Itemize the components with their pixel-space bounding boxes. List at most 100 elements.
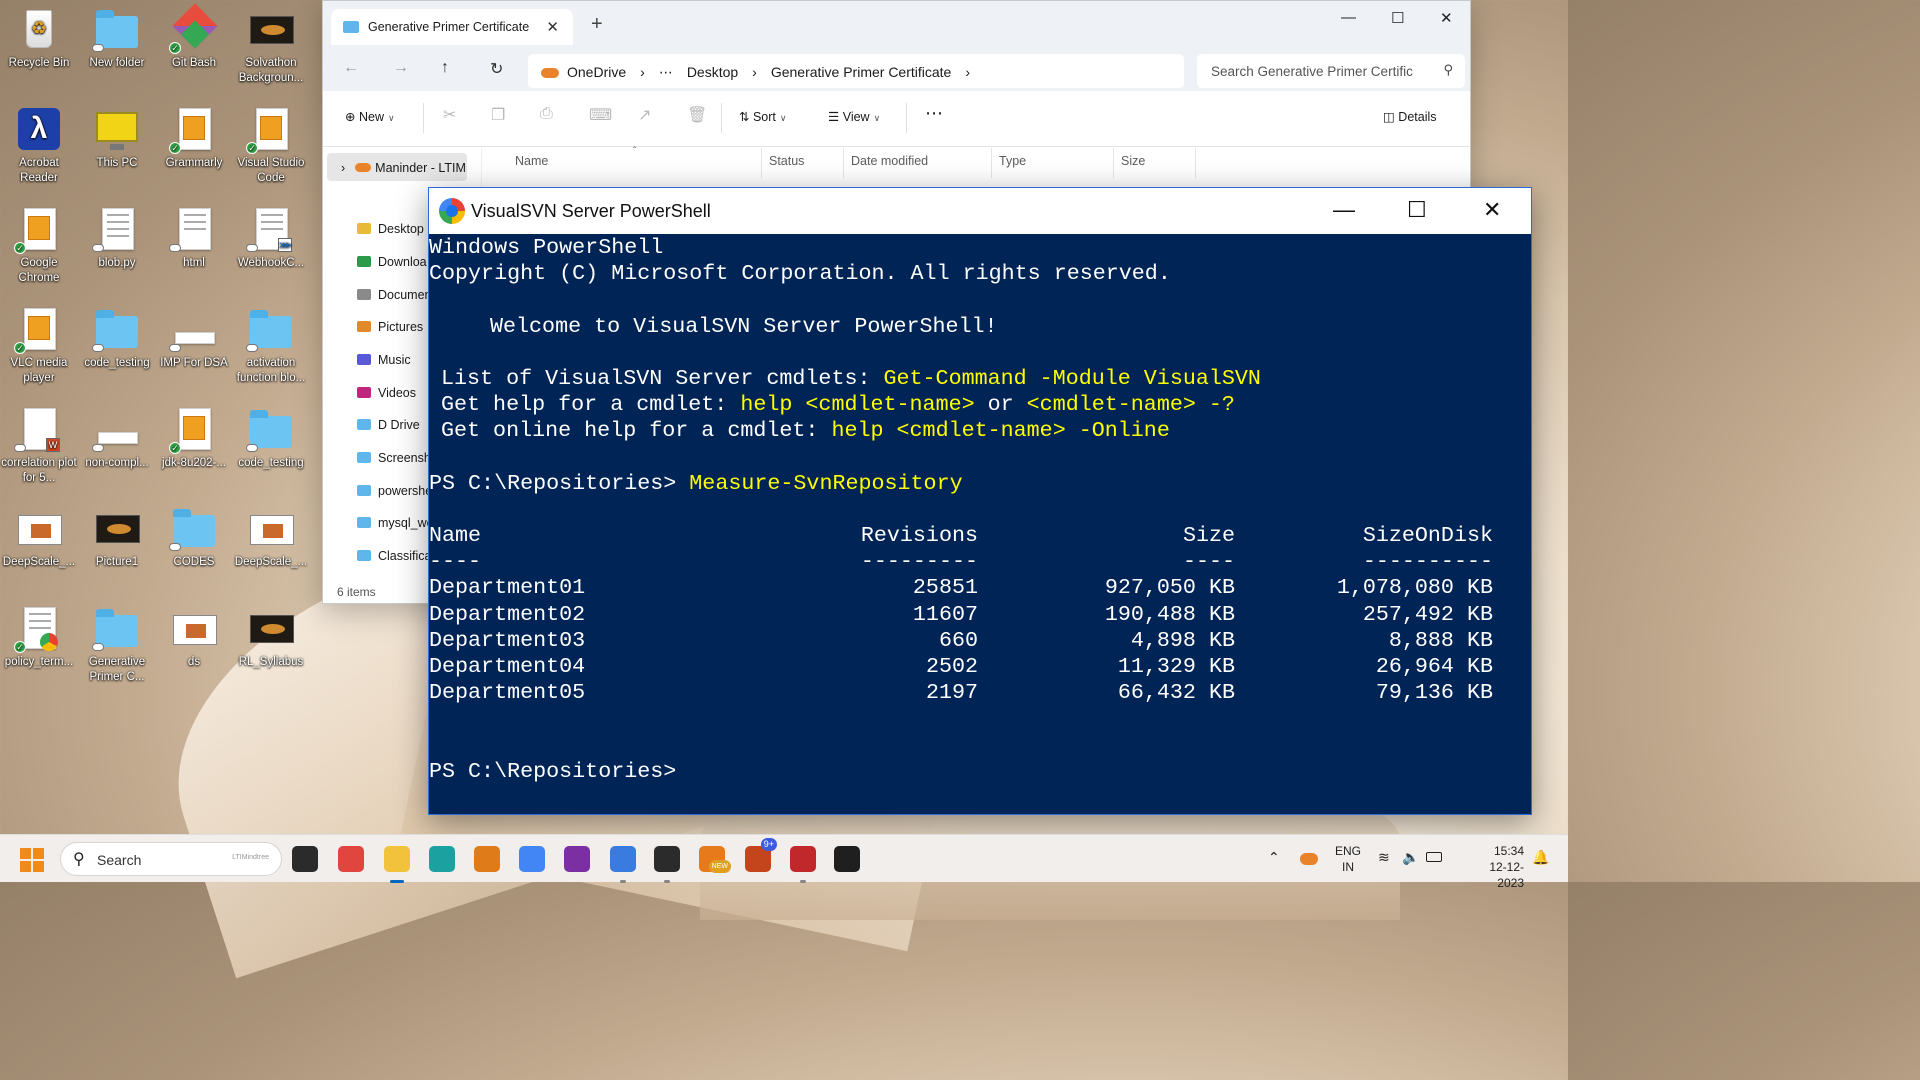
start-button[interactable]: [20, 848, 44, 872]
nav-item[interactable]: Screensho: [357, 451, 438, 465]
details-button[interactable]: ◫ Details: [1383, 109, 1437, 124]
share-icon[interactable]: ↗: [638, 105, 651, 125]
desktop-icon[interactable]: DeepScale_...: [0, 505, 78, 570]
search-input[interactable]: Search Generative Primer Certific ⚲: [1197, 54, 1465, 88]
nav-item[interactable]: powershe: [357, 484, 432, 498]
desktop-icon[interactable]: DeepScale_...: [232, 505, 310, 570]
breadcrumb-overflow[interactable]: ⋯: [659, 64, 673, 80]
breadcrumb-separator[interactable]: ›: [965, 64, 970, 80]
new-tab-button[interactable]: +: [591, 13, 603, 36]
column-header-date-modified[interactable]: Date modified: [851, 154, 928, 168]
system-clock[interactable]: 15:34 12-12-2023: [1464, 843, 1524, 891]
console-output[interactable]: Windows PowerShell Copyright (C) Microso…: [429, 234, 1531, 814]
desktop-icon[interactable]: blob.py: [78, 206, 156, 271]
desktop-icon[interactable]: ds: [155, 605, 233, 670]
minimize-button[interactable]: —: [1341, 9, 1356, 26]
desktop-icon[interactable]: Recycle Bin: [0, 6, 78, 71]
nav-item[interactable]: Classifica: [357, 549, 432, 563]
desktop-icon[interactable]: Wcorrelation plot for 5...: [0, 406, 78, 486]
nav-item[interactable]: D Drive: [357, 418, 420, 432]
language-indicator[interactable]: ENG IN: [1333, 843, 1363, 875]
desktop-icon[interactable]: CODES: [155, 505, 233, 570]
tab-close-icon[interactable]: ✕: [546, 18, 559, 36]
desktop-icon[interactable]: ✓ jdk-8u202-...: [155, 406, 233, 471]
new-button[interactable]: ⊕ New ∨: [345, 109, 395, 124]
desktop-icon[interactable]: IMP For DSA: [155, 306, 233, 371]
column-header-name[interactable]: Name: [515, 154, 548, 168]
desktop-icon[interactable]: ✓ Grammarly: [155, 106, 233, 171]
cut-icon[interactable]: ✂: [443, 105, 456, 125]
tortoise-icon[interactable]: [790, 846, 816, 883]
desktop-icon[interactable]: activation function blo...: [232, 306, 310, 386]
nav-item[interactable]: Videos: [357, 386, 416, 400]
desktop-icon[interactable]: This PC: [78, 106, 156, 171]
onedrive-tray-icon[interactable]: [1300, 853, 1318, 865]
close-button[interactable]: ✕: [1440, 9, 1453, 27]
more-options-button[interactable]: ⋯: [925, 103, 943, 124]
file-explorer-icon[interactable]: [384, 846, 410, 883]
nav-item[interactable]: Documen: [357, 288, 432, 302]
desktop-icon[interactable]: New folder: [78, 6, 156, 71]
breadcrumb-current-folder[interactable]: Generative Primer Certificate: [771, 64, 952, 80]
rename-icon[interactable]: ⌨: [589, 105, 612, 125]
up-button[interactable]: ↑: [441, 59, 449, 77]
desktop-icon[interactable]: code_testing: [78, 306, 156, 371]
desktop-icon[interactable]: λ Acrobat Reader: [0, 106, 78, 186]
console-final-prompt[interactable]: PS C:\Repositories>: [429, 759, 1531, 785]
video-chat-icon[interactable]: [338, 846, 364, 872]
desktop-icon[interactable]: ✓ Google Chrome: [0, 206, 78, 286]
nav-item[interactable]: Downloa: [357, 255, 427, 269]
maximize-button[interactable]: ☐: [1391, 9, 1404, 27]
maximize-button[interactable]: ☐: [1407, 197, 1427, 223]
desktop-icon[interactable]: code_testing: [232, 406, 310, 471]
desktop-icon[interactable]: Generative Primer C...: [78, 605, 156, 685]
wifi-icon[interactable]: ≋: [1378, 849, 1390, 866]
store-icon[interactable]: [474, 846, 500, 872]
copy-icon[interactable]: ❐: [491, 105, 505, 125]
column-header-type[interactable]: Type: [999, 154, 1026, 168]
teams-icon[interactable]: 9+: [745, 838, 777, 872]
nav-item-onedrive[interactable]: › Maninder - LTIM: [327, 153, 467, 181]
view-button[interactable]: ☰ View ∨: [828, 109, 880, 124]
visualsvn-icon[interactable]: [610, 846, 636, 883]
close-button[interactable]: ✕: [1483, 197, 1501, 223]
notification-bell-icon[interactable]: 🔔: [1532, 849, 1549, 866]
sort-button[interactable]: ⇅ Sort ∨: [739, 109, 787, 124]
breadcrumb[interactable]: OneDrive › ⋯ Desktop › Generative Primer Cert…: [528, 54, 1184, 88]
explorer-tab[interactable]: Generative Primer Certificate ✕: [331, 9, 573, 45]
battery-icon[interactable]: [1426, 852, 1442, 862]
edge-icon[interactable]: [429, 846, 455, 872]
column-header-status[interactable]: Status: [769, 154, 804, 168]
nav-item[interactable]: mysql_wo: [357, 516, 434, 530]
desktop-icon[interactable]: Picture1: [78, 505, 156, 570]
task-view-icon[interactable]: [292, 846, 318, 872]
breadcrumb-onedrive[interactable]: OneDrive: [567, 64, 626, 80]
show-hidden-icons-chevron-icon[interactable]: ⌃: [1268, 849, 1280, 866]
outlook-icon[interactable]: NEW: [699, 846, 731, 873]
nav-item[interactable]: Desktop: [357, 222, 424, 236]
onenote-icon[interactable]: [564, 846, 590, 872]
breadcrumb-desktop[interactable]: Desktop: [687, 64, 738, 80]
paste-icon[interactable]: ⎙: [540, 105, 553, 123]
taskbar-search-box[interactable]: ⚲ Search LTIMindtree: [60, 842, 282, 876]
speedometer-icon[interactable]: [834, 846, 860, 872]
desktop-icon[interactable]: html: [155, 206, 233, 271]
refresh-button[interactable]: ↻: [490, 59, 503, 79]
desktop-icon[interactable]: ✓ Visual Studio Code: [232, 106, 310, 186]
nav-item[interactable]: Music: [357, 353, 411, 367]
desktop-icon[interactable]: ⋙ WebhookC...: [232, 206, 310, 271]
volume-icon[interactable]: 🔈: [1402, 849, 1419, 866]
desktop-icon[interactable]: ✓ Git Bash: [155, 3, 233, 71]
delete-icon[interactable]: 🗑: [687, 105, 707, 125]
terminal-icon[interactable]: [654, 846, 680, 883]
nav-item[interactable]: Pictures: [357, 320, 423, 334]
chrome-icon[interactable]: [519, 846, 545, 872]
desktop-icon[interactable]: RL_Syllabus: [232, 605, 310, 670]
desktop-icon[interactable]: ✓ VLC media player: [0, 306, 78, 386]
desktop-icon[interactable]: Solvathon Backgroun...: [232, 6, 310, 86]
desktop-icon[interactable]: ✓ policy_term...: [0, 605, 78, 670]
column-header-size[interactable]: Size: [1121, 154, 1145, 168]
back-button[interactable]: ←: [343, 59, 359, 77]
forward-button[interactable]: →: [393, 59, 409, 77]
minimize-button[interactable]: —: [1333, 197, 1355, 223]
